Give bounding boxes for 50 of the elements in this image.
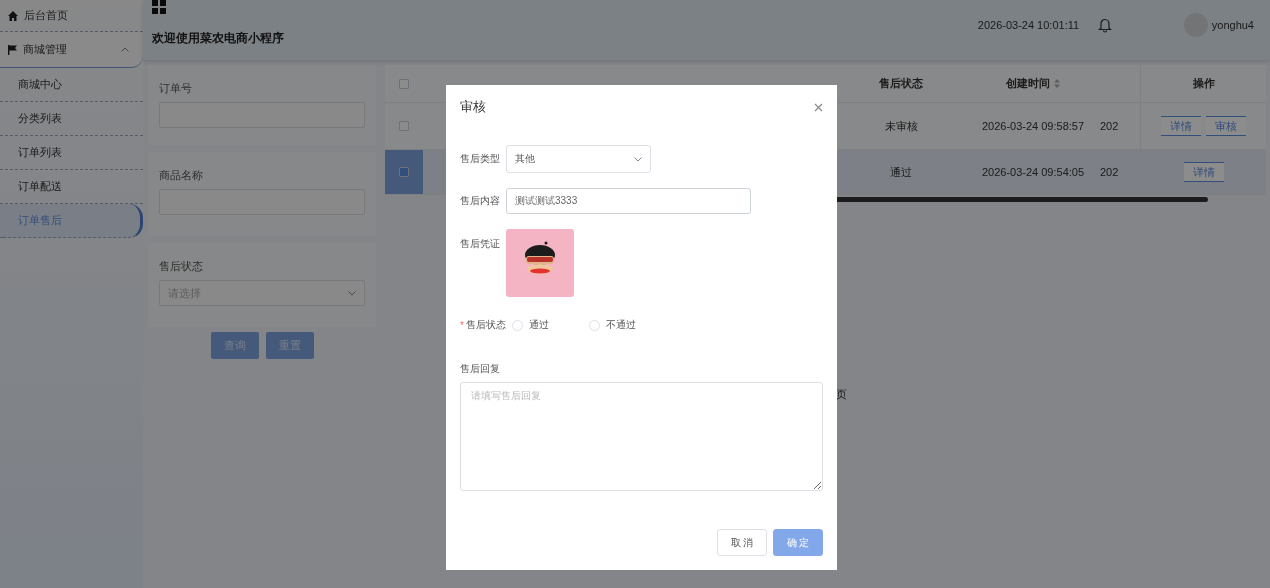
checkbox[interactable] <box>399 78 409 89</box>
table-cell: 未审核 <box>884 118 918 134</box>
field-label: 售后类型 <box>460 152 501 166</box>
pagination-text: 页 <box>836 387 848 402</box>
row-select-cell[interactable] <box>385 150 423 194</box>
field-label: 售后凭证 <box>460 237 501 251</box>
column-header: 创建时间 <box>1006 76 1050 91</box>
table-cell: 通过 <box>890 164 912 180</box>
table-cell: 202 <box>1100 166 1119 178</box>
radio-button[interactable] <box>511 319 523 331</box>
radio-button[interactable] <box>588 319 600 331</box>
input-field[interactable]: 测试测试3333 <box>506 188 751 214</box>
field-label: 售后内容 <box>460 194 501 208</box>
welcome-title: 欢迎使用菜农电商小程序 <box>152 30 284 47</box>
filter-label: 订单号 <box>159 81 193 96</box>
home-icon <box>8 10 18 21</box>
details-button[interactable]: 详情 <box>1161 116 1201 136</box>
radio-label[interactable]: 不通过 <box>605 318 636 332</box>
select-field[interactable]: 其他 <box>506 145 651 173</box>
sidebar-item[interactable]: 商城中心 <box>0 68 143 102</box>
caret-icon <box>121 47 129 52</box>
filter-label: 商品名称 <box>159 168 204 183</box>
dialog-title: 审核 <box>460 98 486 116</box>
grid-icon[interactable] <box>152 0 166 14</box>
column-header: 售后状态 <box>879 76 923 91</box>
sort-icon[interactable] <box>1054 79 1060 88</box>
cancel-button[interactable]: 取 消 <box>717 529 767 556</box>
caret-icon <box>348 290 356 296</box>
table-cell: 202 <box>1100 120 1119 132</box>
close-icon[interactable] <box>814 102 823 112</box>
review-button[interactable]: 审核 <box>1206 116 1246 136</box>
sidebar-group-label: 商城管理 <box>23 42 67 57</box>
table-cell: 2026-03-24 09:54:05 <box>981 166 1085 178</box>
field-label: 售后状态 <box>465 318 506 332</box>
sidebar-item[interactable]: 订单列表 <box>0 136 143 170</box>
sidebar-item-label: 后台首页 <box>24 8 68 23</box>
sidebar-group[interactable]: 商城管理 <box>0 32 143 68</box>
flag-icon <box>8 44 17 55</box>
required-mark: * <box>460 319 464 331</box>
radio-label[interactable]: 通过 <box>528 318 549 332</box>
filter-label: 售后状态 <box>159 259 204 274</box>
field-label: 售后回复 <box>460 362 501 376</box>
sidebar-item[interactable]: 分类列表 <box>0 102 143 136</box>
bell-icon[interactable] <box>1097 17 1112 33</box>
details-button[interactable]: 详情 <box>1183 162 1224 182</box>
caret-icon <box>634 156 642 162</box>
datetime: 2026-03-24 10:01:11 <box>977 19 1081 31</box>
username[interactable]: yonghu4 <box>1211 19 1254 31</box>
table-cell: 2026-03-24 09:58:57 <box>981 120 1085 132</box>
column-header: 操作 <box>1192 76 1215 91</box>
